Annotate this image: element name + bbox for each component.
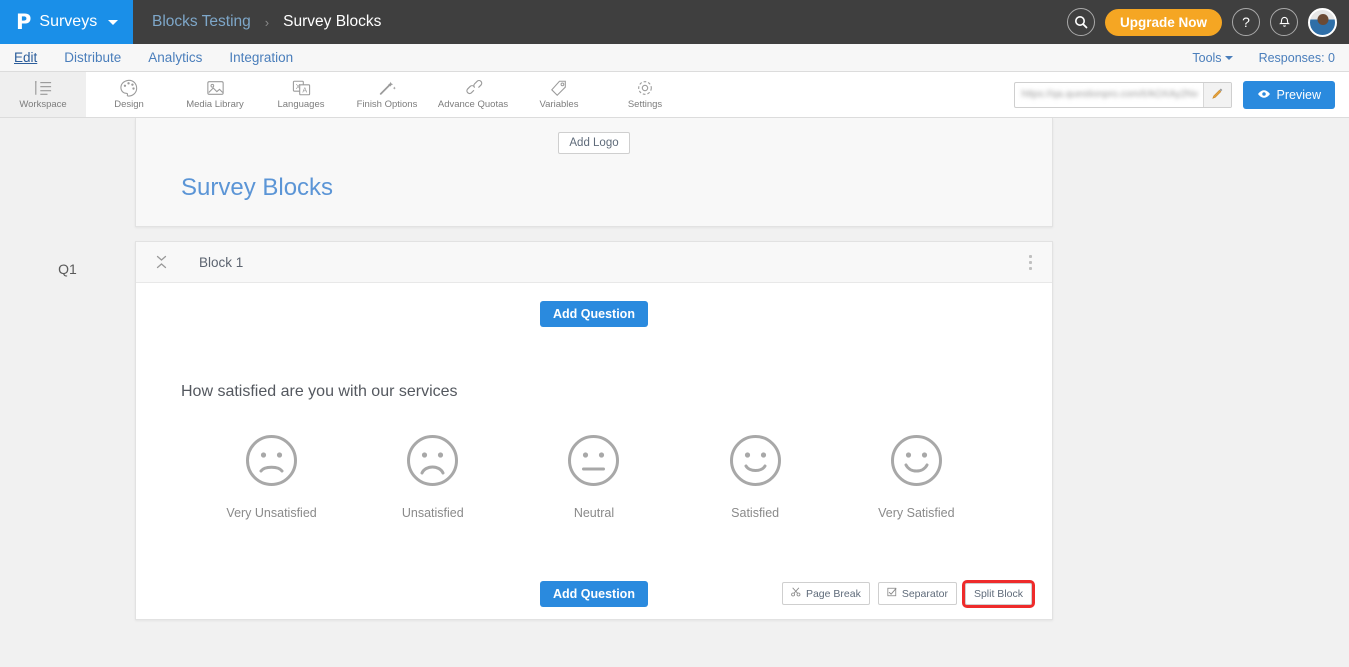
checkbox-icon (887, 587, 897, 600)
add-question-button-top[interactable]: Add Question (540, 301, 648, 327)
tab-integration[interactable]: Integration (229, 50, 293, 65)
toolbar-item-workspace[interactable]: Workspace (0, 72, 86, 117)
nav-tabs: Edit Distribute Analytics Integration (14, 50, 293, 65)
collapse-icon[interactable] (150, 255, 172, 269)
toolbar-label: Media Library (186, 99, 244, 110)
breadcrumb-parent-link[interactable]: Blocks Testing (152, 13, 251, 31)
split-block-label: Split Block (973, 587, 1023, 600)
notifications-bell-icon[interactable] (1270, 8, 1298, 36)
breadcrumb: Blocks Testing › Survey Blocks (133, 0, 381, 44)
brand-label: Surveys (39, 13, 98, 30)
toolbar-item-advance-quotas[interactable]: Advance Quotas (430, 72, 516, 117)
tab-distribute[interactable]: Distribute (64, 50, 121, 65)
top-bar-actions: Upgrade Now ? (1066, 0, 1349, 44)
survey-title-card: Add Logo Survey Blocks (135, 118, 1053, 227)
neutral-face-icon (567, 434, 620, 492)
frown-face-icon (245, 434, 298, 492)
toolbar-label: Finish Options (356, 99, 418, 110)
block-header: Block 1 (136, 242, 1052, 283)
toolbar-label: Variables (539, 99, 579, 110)
add-question-button-bottom[interactable]: Add Question (540, 580, 648, 607)
page-break-label: Page Break (805, 587, 861, 600)
question-number-gutter: Q1 (0, 118, 135, 667)
avatar[interactable] (1308, 7, 1337, 37)
separator-label: Separator (901, 587, 948, 600)
editor-toolbar: Workspace Design Media Library XA Langua… (0, 72, 1349, 118)
toolbar-item-settings[interactable]: Settings (602, 72, 688, 117)
pencil-icon[interactable] (1202, 82, 1231, 107)
smile-face-icon (729, 434, 782, 492)
toolbar-label: Design (114, 99, 144, 110)
rating-option-very-unsatisfied[interactable]: Very Unsatisfied (197, 434, 347, 520)
survey-url-value: https://qa.questionpro.com/t/AOXAy2Nv (1021, 89, 1199, 100)
split-block-button[interactable]: Split Block (961, 579, 1036, 608)
rating-option-very-satisfied[interactable]: Very Satisfied (841, 434, 991, 520)
questionpro-logo-icon: P (16, 10, 31, 34)
toolbar-label: Advance Quotas (437, 99, 509, 110)
separator-button[interactable]: Separator (877, 582, 957, 605)
tools-menu[interactable]: Tools (1192, 50, 1233, 65)
search-icon[interactable] (1066, 8, 1095, 36)
svg-text:X: X (295, 82, 300, 91)
preview-label: Preview (1276, 87, 1321, 102)
page-title[interactable]: Survey Blocks (136, 174, 1052, 202)
block-footer: Add Question Page Break Separator Split … (136, 579, 1052, 619)
survey-editor-canvas: Q1 Add Logo Survey Blocks Block 1 Add Qu… (0, 118, 1349, 667)
top-bar: P Surveys Blocks Testing › Survey Blocks… (0, 0, 1349, 44)
deep-frown-face-icon (406, 434, 459, 492)
upgrade-now-button[interactable]: Upgrade Now (1104, 8, 1222, 36)
question-number-label: Q1 (58, 261, 77, 277)
toolbar-label: Languages (277, 99, 325, 110)
add-question-top-row: Add Question (136, 301, 1052, 327)
rating-option-unsatisfied[interactable]: Unsatisfied (358, 434, 508, 520)
survey-url-box[interactable]: https://qa.questionpro.com/t/AOXAy2Nv (1013, 81, 1232, 108)
responses-count: Responses: 0 (1258, 50, 1335, 65)
breadcrumb-current: Survey Blocks (283, 13, 382, 30)
tab-edit[interactable]: Edit (14, 50, 37, 65)
big-smile-face-icon (890, 434, 943, 492)
eye-icon (1257, 88, 1271, 102)
survey-canvas: Add Logo Survey Blocks Block 1 Add Quest… (135, 118, 1053, 620)
rating-label: Very Unsatisfied (226, 506, 317, 520)
rating-label: Neutral (573, 506, 615, 520)
svg-text:A: A (302, 86, 307, 95)
rating-option-neutral[interactable]: Neutral (519, 434, 669, 520)
preview-button[interactable]: Preview (1242, 80, 1335, 109)
brand-surveys-menu[interactable]: P Surveys (0, 0, 133, 44)
tab-analytics[interactable]: Analytics (148, 50, 202, 65)
toolbar-right-group: https://qa.questionpro.com/t/AOXAy2Nv Pr… (1013, 72, 1349, 117)
smiley-rating-scale: Very Unsatisfied Unsatisfied Neutral Sat… (136, 434, 1052, 520)
block-card: Block 1 Add Question How satisfied are y… (135, 241, 1053, 620)
rating-label: Unsatisfied (401, 506, 464, 520)
toolbar-label: Settings (627, 99, 663, 110)
rating-option-satisfied[interactable]: Satisfied (680, 434, 830, 520)
toolbar-item-finish-options[interactable]: Finish Options (344, 72, 430, 117)
page-break-button[interactable]: Page Break (781, 582, 870, 605)
rating-label: Very Satisfied (878, 506, 955, 520)
toolbar-item-variables[interactable]: Variables (516, 72, 602, 117)
toolbar-item-design[interactable]: Design (86, 72, 172, 117)
nav-right-group: Tools Responses: 0 (1192, 51, 1335, 65)
block-body: Add Question How satisfied are you with … (136, 283, 1052, 619)
block-name-label[interactable]: Block 1 (199, 255, 243, 270)
section-nav-bar: Edit Distribute Analytics Integration To… (0, 44, 1349, 72)
toolbar-item-languages[interactable]: XA Languages (258, 72, 344, 117)
breadcrumb-separator-icon: › (264, 14, 270, 30)
chevron-down-icon (1224, 56, 1233, 61)
question-text[interactable]: How satisfied are you with our services (136, 383, 1052, 401)
add-logo-button[interactable]: Add Logo (558, 132, 630, 154)
chevron-down-icon (108, 19, 119, 25)
help-icon[interactable]: ? (1232, 8, 1260, 36)
toolbar-item-media-library[interactable]: Media Library (172, 72, 258, 117)
tools-label: Tools (1192, 50, 1222, 65)
kebab-menu-icon[interactable] (1023, 251, 1038, 274)
block-footer-actions: Page Break Separator Split Block (781, 579, 1036, 608)
scissors-icon (791, 587, 801, 600)
toolbar-label: Workspace (19, 99, 67, 110)
rating-label: Satisfied (731, 506, 780, 520)
